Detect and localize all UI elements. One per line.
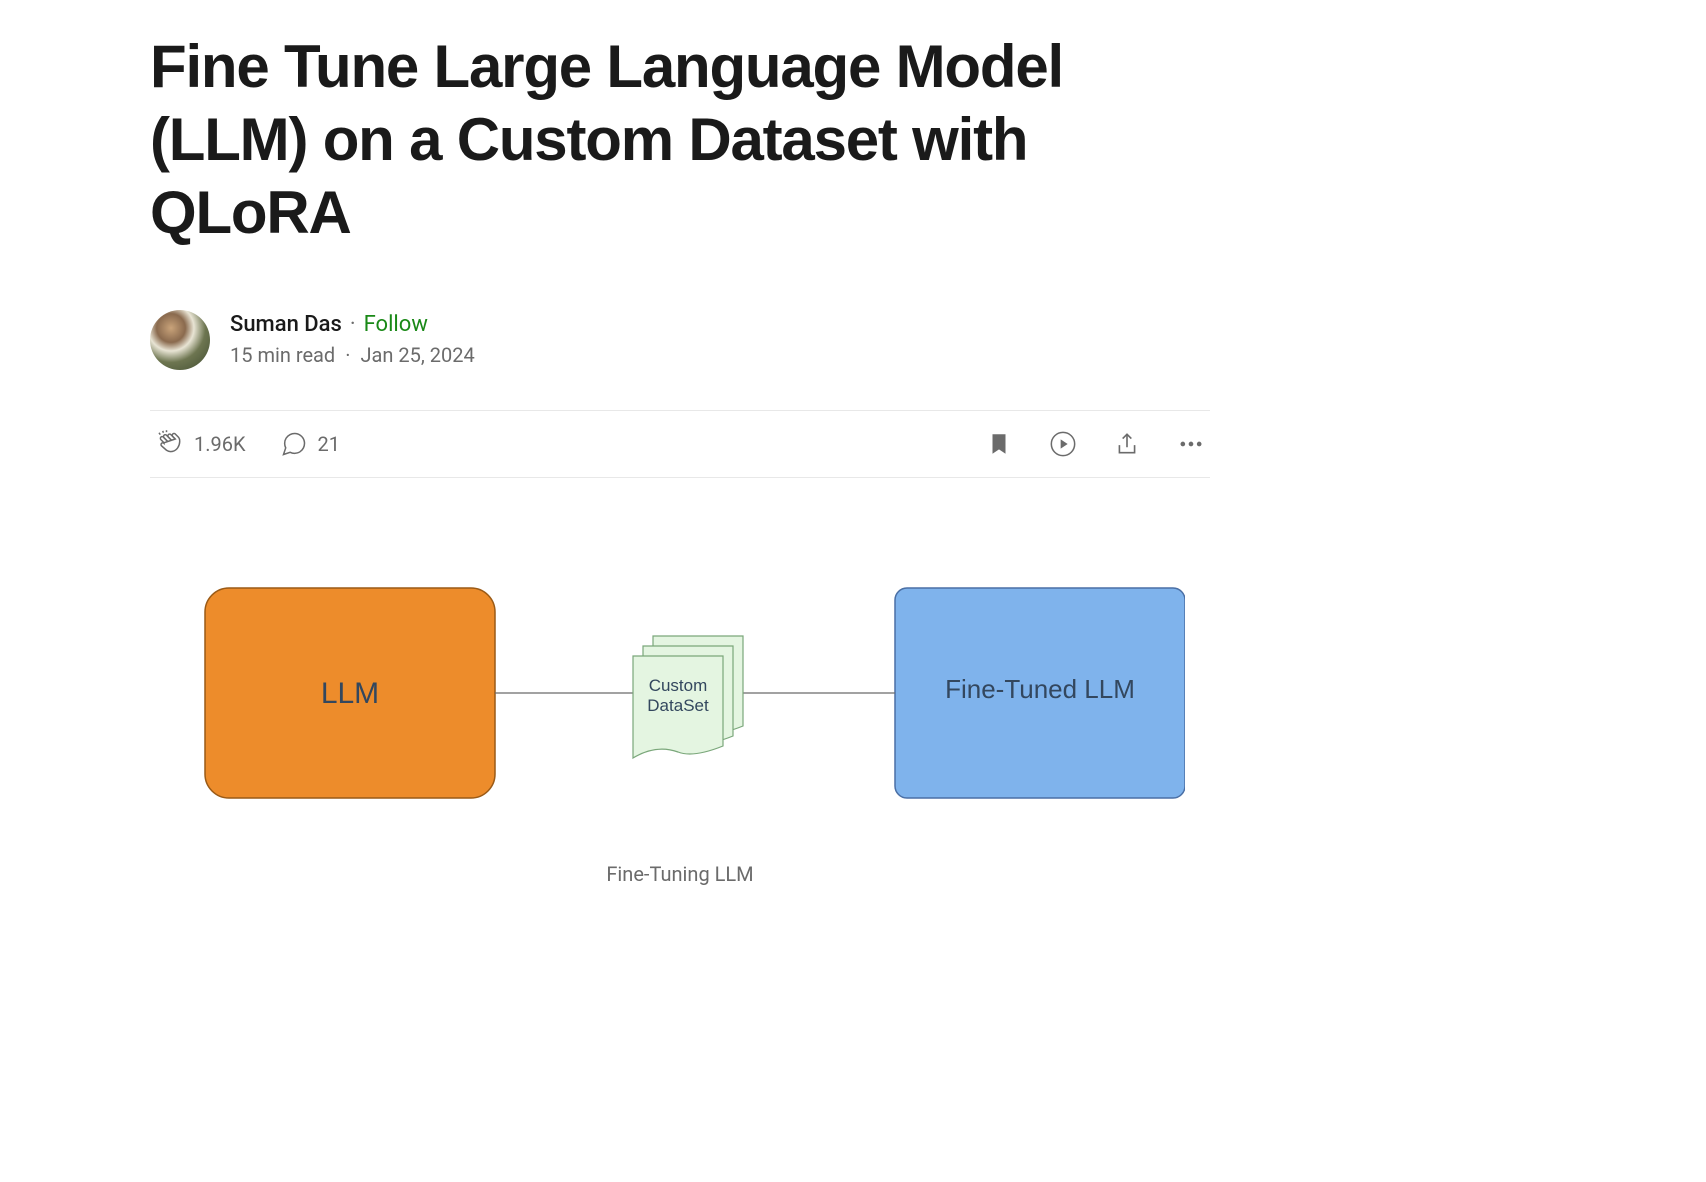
dot-separator: · (345, 343, 350, 367)
diagram-left-label: LLM (321, 677, 379, 710)
action-bar: 1.96K 21 (150, 410, 1210, 478)
clap-button[interactable]: 1.96K (154, 429, 246, 459)
play-icon (1049, 430, 1077, 458)
read-time: 15 min read (230, 343, 335, 367)
listen-button[interactable] (1048, 429, 1078, 459)
byline: Suman Das · Follow 15 min read · Jan 25,… (150, 310, 1210, 370)
share-button[interactable] (1112, 429, 1142, 459)
bookmark-button[interactable] (984, 429, 1014, 459)
comment-count: 21 (318, 432, 340, 456)
more-icon (1177, 430, 1205, 458)
follow-button[interactable]: Follow (364, 312, 428, 337)
diagram-image: LLM Fine-Tuned LLM Custom DataSet (175, 578, 1185, 818)
share-icon (1114, 431, 1140, 457)
diagram-caption: Fine-Tuning LLM (150, 862, 1210, 886)
diagram-right-label: Fine-Tuned LLM (945, 674, 1135, 704)
bookmark-icon (986, 431, 1012, 457)
diagram-middle-label-2: DataSet (647, 696, 709, 715)
avatar[interactable] (150, 310, 210, 370)
article-title: Fine Tune Large Language Model (LLM) on … (150, 30, 1210, 250)
author-name[interactable]: Suman Das (230, 312, 342, 337)
clap-icon (154, 429, 184, 459)
comment-button[interactable]: 21 (280, 430, 340, 458)
clap-count: 1.96K (194, 432, 246, 456)
comment-icon (280, 430, 308, 458)
dot-separator: · (350, 312, 356, 337)
diagram-middle-label-1: Custom (649, 676, 708, 695)
publish-date: Jan 25, 2024 (360, 343, 474, 367)
more-button[interactable] (1176, 429, 1206, 459)
